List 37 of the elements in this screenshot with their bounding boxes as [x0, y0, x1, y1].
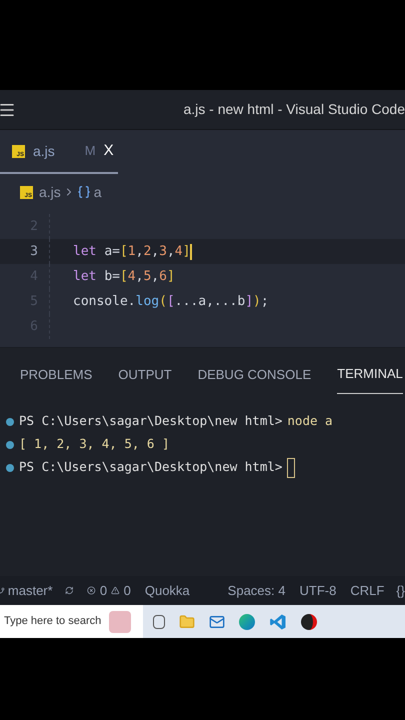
- code-line: console.log([...a,...b]);: [73, 292, 269, 311]
- terminal-prompt: PS C:\Users\sagar\Desktop\new html>: [19, 458, 282, 476]
- code-line: let b=[4,5,6]: [73, 268, 175, 286]
- panel-tab[interactable]: OUTPUT: [118, 364, 172, 394]
- terminal-output: [ 1, 2, 3, 4, 5, 6 ]: [19, 435, 170, 454]
- decoration-picture: [109, 610, 132, 632]
- line-number: 3: [29, 242, 39, 261]
- browser-icon[interactable]: [239, 614, 255, 630]
- terminal-prompt: PS C:\Users\sagar\Desktop\new html>: [19, 412, 282, 430]
- modified-indicator: M: [84, 142, 96, 160]
- error-icon: [87, 584, 96, 597]
- encoding-status[interactable]: UTF-8: [300, 580, 336, 600]
- taskbar-search-field[interactable]: Type here to search: [0, 605, 143, 638]
- warning-icon: [111, 584, 120, 597]
- quokka-status[interactable]: Quokka: [144, 580, 190, 600]
- panel-tab[interactable]: TERMINAL: [337, 364, 403, 394]
- language-status[interactable]: {}: [396, 580, 405, 600]
- close-button[interactable]: X: [104, 140, 114, 162]
- branch-name[interactable]: master*: [8, 580, 53, 600]
- panel-tab[interactable]: PROBLEMS: [20, 364, 92, 394]
- breadcrumb-file[interactable]: a.js: [39, 182, 61, 202]
- terminal-command: node a: [287, 412, 333, 430]
- window-title: a.js - new html - Visual Studio Code: [183, 100, 405, 119]
- breadcrumb-symbol[interactable]: a: [94, 182, 102, 202]
- panel-tab[interactable]: DEBUG CONSOLE: [198, 364, 312, 394]
- app-icon[interactable]: [301, 614, 317, 630]
- code-editor-icon[interactable]: [269, 612, 287, 630]
- variable-symbol-icon: [76, 185, 91, 199]
- tab-label: a.js: [33, 142, 55, 161]
- code-line: let a=[1,2,3,4]: [73, 242, 192, 262]
- sync-icon[interactable]: [64, 584, 74, 597]
- line-ending-status[interactable]: CRLF: [350, 580, 384, 600]
- warning-count[interactable]: 0: [124, 580, 131, 600]
- mail-icon[interactable]: [209, 614, 225, 630]
- error-count[interactable]: 0: [100, 580, 108, 600]
- task-view-icon[interactable]: [153, 614, 165, 628]
- indentation-status[interactable]: Spaces: 4: [228, 580, 286, 600]
